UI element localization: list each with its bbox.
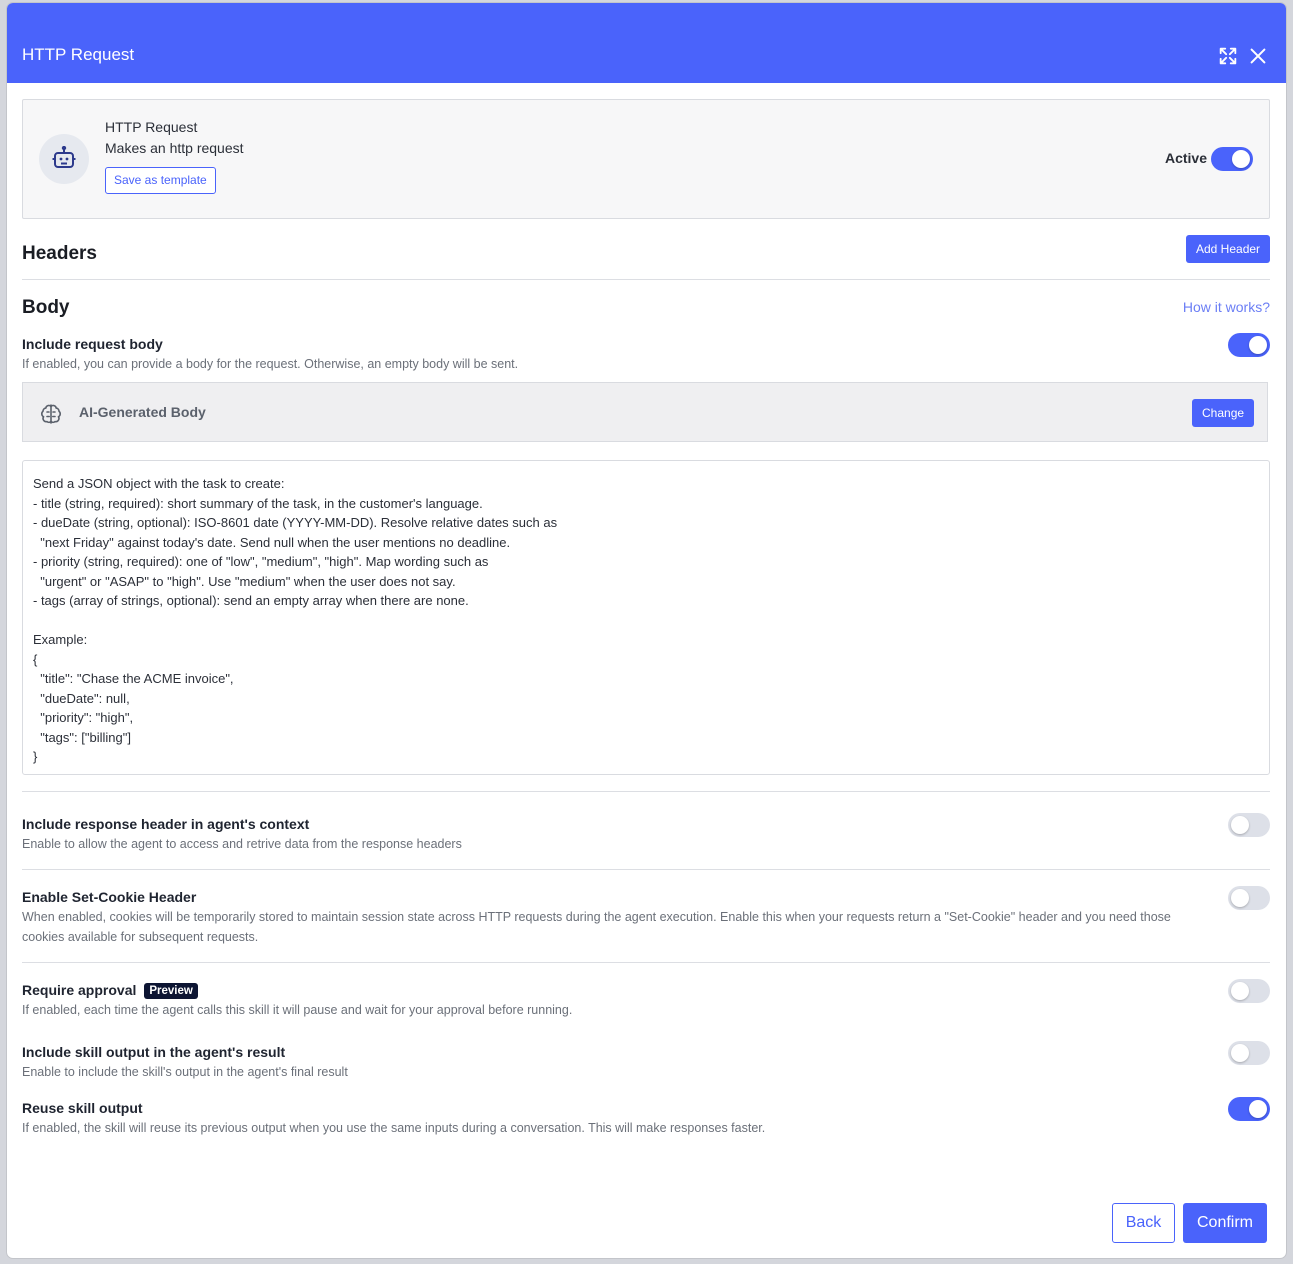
toggle-knob (1231, 1044, 1249, 1062)
toggle-knob (1232, 150, 1250, 168)
close-icon[interactable] (1247, 45, 1269, 67)
divider (22, 279, 1270, 280)
include-request-body-toggle[interactable] (1228, 333, 1270, 357)
require-approval-label: Require approval (22, 982, 137, 998)
how-it-works-link[interactable]: How it works? (1183, 299, 1270, 315)
toggle-knob (1231, 889, 1249, 907)
reuse-output-description: If enabled, the skill will reuse its pre… (22, 1121, 766, 1135)
skill-avatar (39, 134, 89, 184)
response-header-toggle[interactable] (1228, 813, 1270, 837)
reuse-output-toggle[interactable] (1228, 1097, 1270, 1121)
active-label: Active (1164, 150, 1207, 166)
set-cookie-description: When enabled, cookies will be temporaril… (22, 910, 1171, 944)
headers-title: Headers (22, 243, 97, 264)
divider (22, 962, 1270, 963)
toggle-knob (1231, 816, 1249, 834)
set-cookie-title: Enable Set-Cookie Header (22, 889, 197, 905)
include-request-body-description: If enabled, you can provide a body for t… (22, 357, 519, 371)
http-request-modal: HTTP Request HTTP Request Makes an http … (7, 3, 1286, 1258)
divider (22, 869, 1270, 870)
set-cookie-toggle[interactable] (1228, 886, 1270, 910)
skill-summary-card: HTTP Request Makes an http request Save … (22, 99, 1270, 219)
include-output-title: Include skill output in the agent's resu… (22, 1044, 286, 1060)
require-approval-title: Require approval Preview (22, 982, 198, 999)
preview-badge: Preview (144, 983, 198, 999)
require-approval-toggle[interactable] (1228, 979, 1270, 1003)
body-title: Body (22, 297, 70, 318)
skill-name: HTTP Request (105, 119, 198, 135)
response-header-description: Enable to allow the agent to access and … (22, 837, 462, 851)
divider (22, 791, 1270, 792)
toggle-knob (1249, 336, 1267, 354)
back-button[interactable]: Back (1112, 1203, 1175, 1243)
include-output-toggle[interactable] (1228, 1041, 1270, 1065)
robot-icon (52, 146, 76, 168)
save-as-template-button[interactable]: Save as template (105, 167, 216, 194)
modal-title: HTTP Request (22, 45, 135, 64)
toggle-knob (1231, 982, 1249, 1000)
expand-icon[interactable] (1217, 45, 1239, 67)
response-header-title: Include response header in agent's conte… (22, 816, 310, 832)
reuse-output-title: Reuse skill output (22, 1100, 143, 1116)
skill-description: Makes an http request (105, 140, 244, 156)
brain-icon (39, 402, 63, 426)
body-prompt-editor[interactable]: Send a JSON object with the task to crea… (22, 460, 1270, 775)
ai-generated-body-label: AI-Generated Body (79, 404, 206, 420)
add-header-button[interactable]: Add Header (1186, 235, 1271, 263)
ai-generated-body-bar: AI-Generated Body Change (22, 382, 1268, 442)
toggle-knob (1249, 1100, 1267, 1118)
change-body-button[interactable]: Change (1192, 399, 1255, 427)
include-request-body-title: Include request body (22, 336, 163, 352)
require-approval-description: If enabled, each time the agent calls th… (22, 1003, 573, 1017)
modal-titlebar: HTTP Request (7, 3, 1286, 83)
active-toggle[interactable] (1211, 147, 1253, 171)
include-output-description: Enable to include the skill's output in … (22, 1065, 348, 1079)
confirm-button[interactable]: Confirm (1183, 1203, 1267, 1243)
